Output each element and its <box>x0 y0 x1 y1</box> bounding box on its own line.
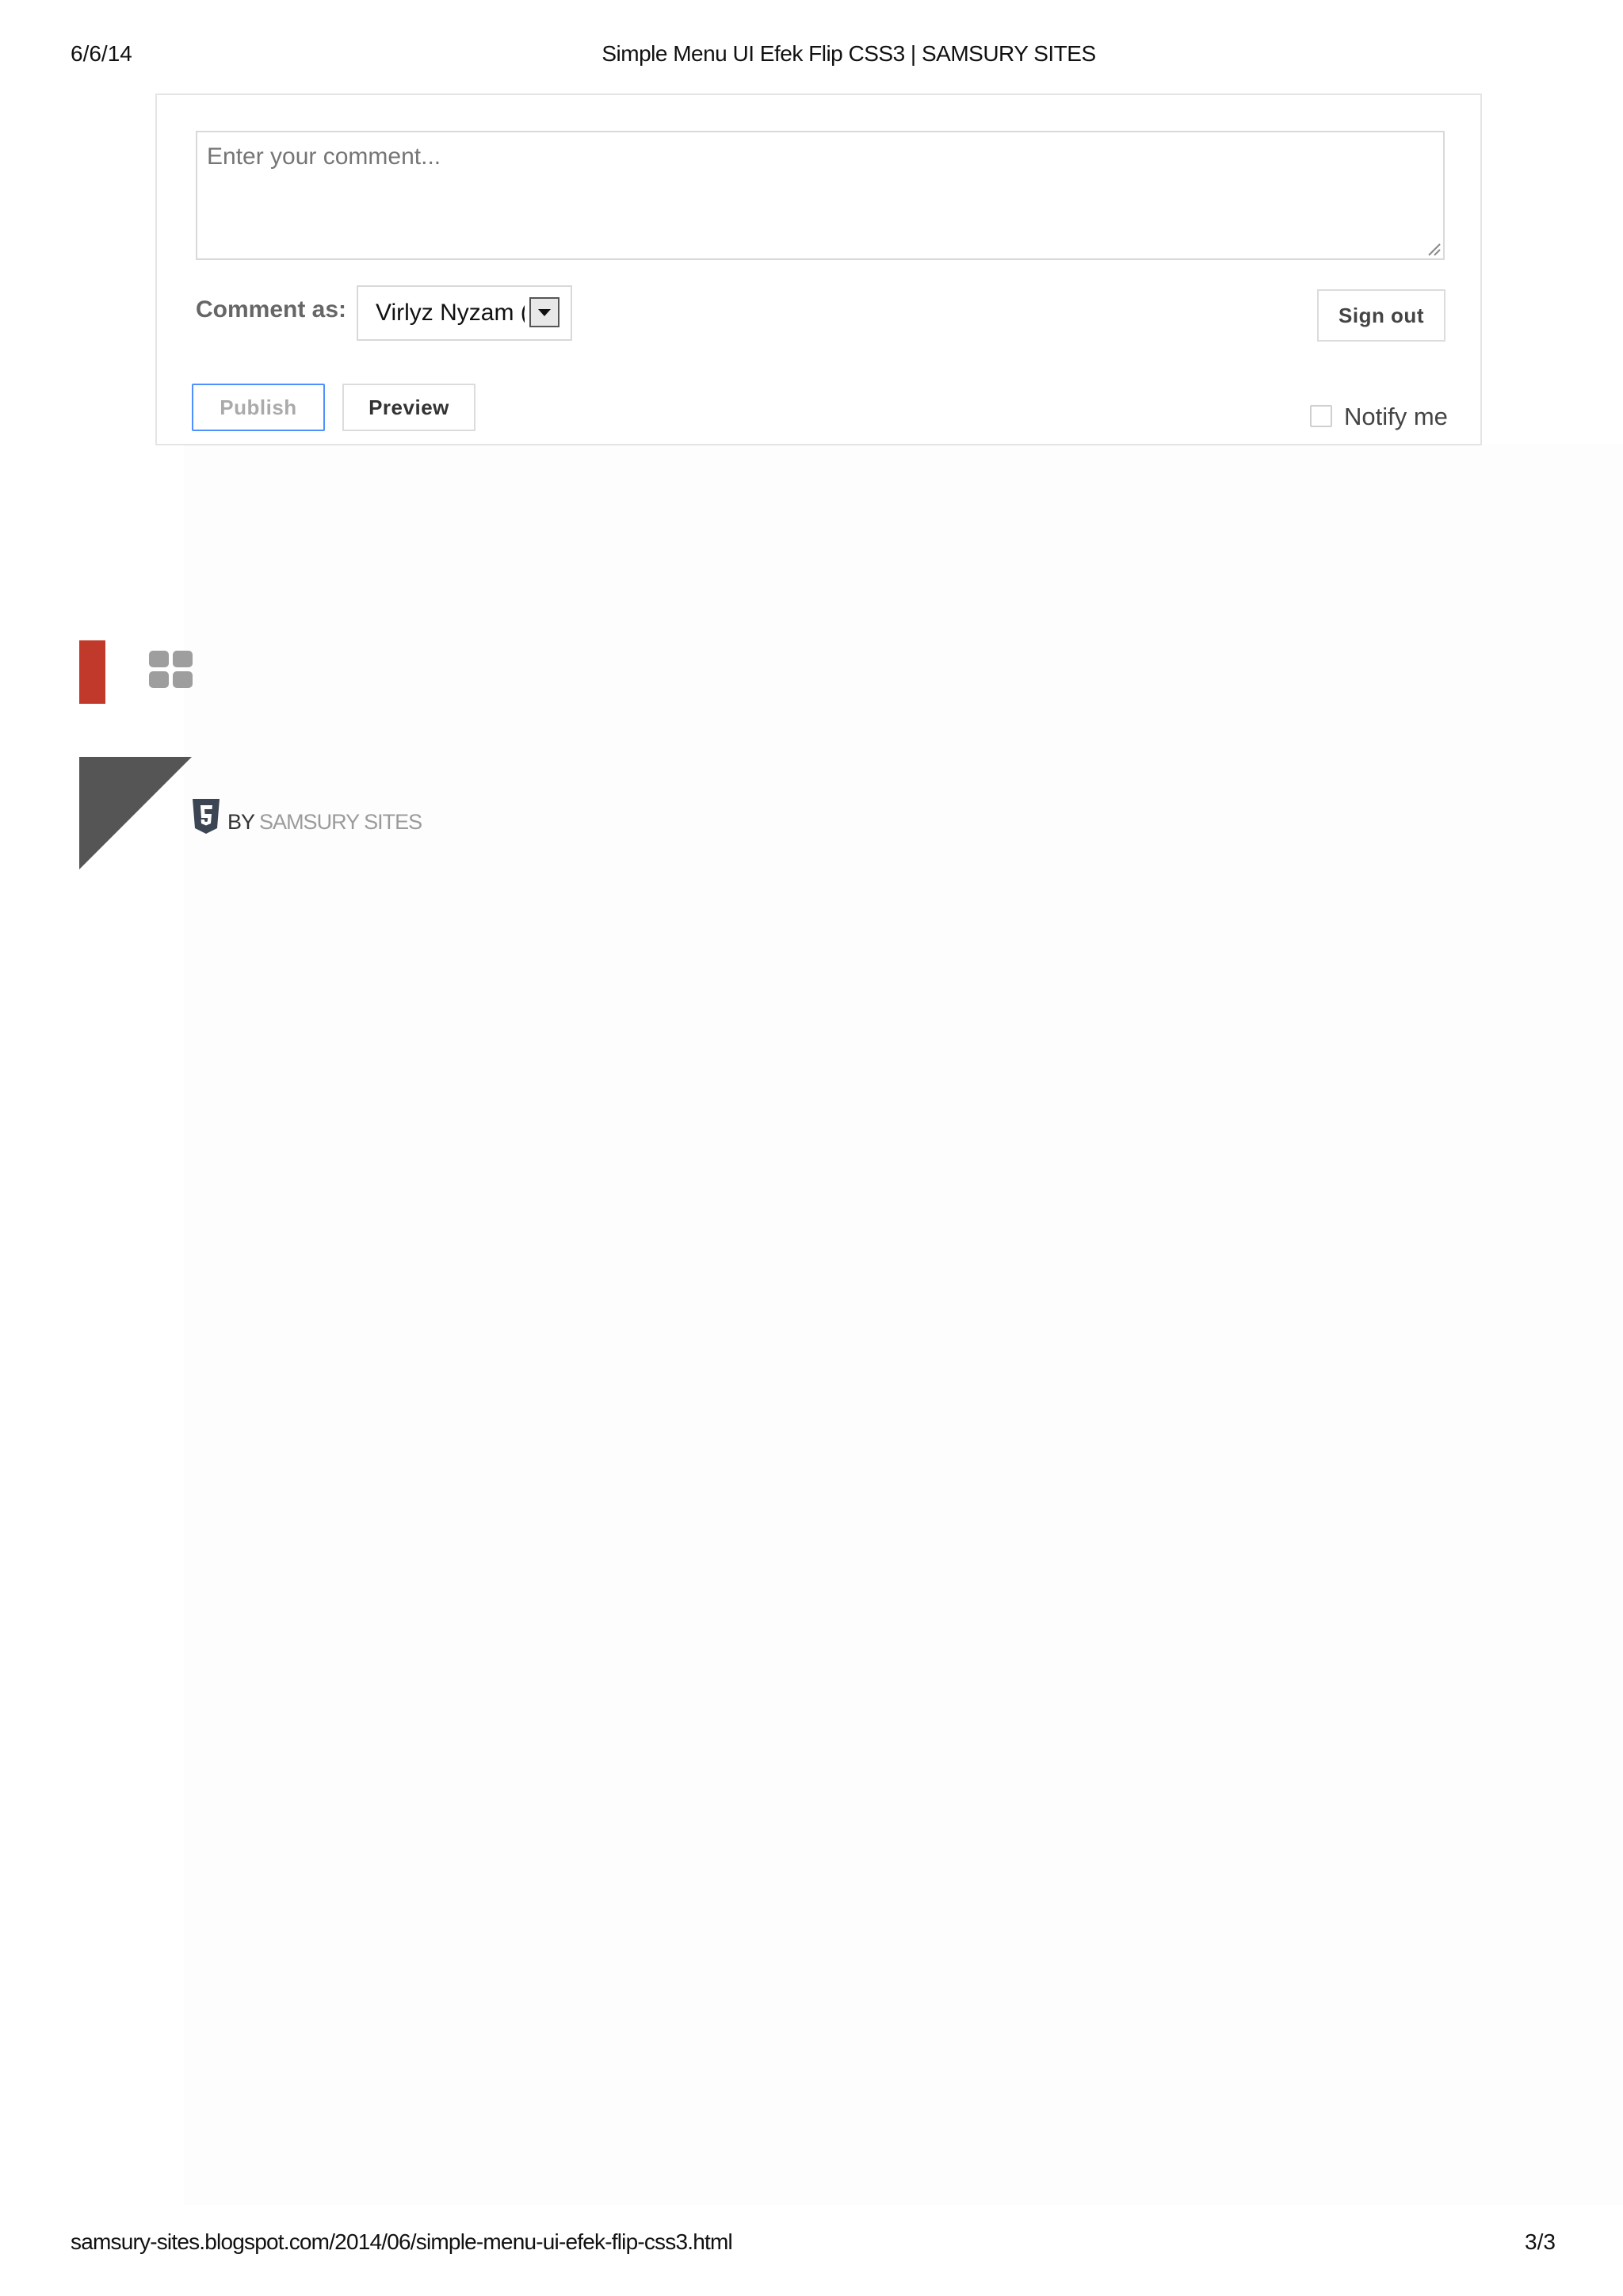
accent-bar <box>79 640 105 704</box>
print-page-title: Simple Menu UI Efek Flip CSS3 | SAMSURY … <box>601 41 1096 66</box>
comment-textarea[interactable] <box>196 131 1445 260</box>
page-background <box>184 444 1623 2205</box>
publish-button[interactable]: Publish <box>192 384 325 431</box>
print-page-number: 3/3 <box>1525 2229 1556 2254</box>
credit-by-label: BY <box>227 810 255 834</box>
identity-select-value: Virlyz Nyzam (Google) <box>376 300 525 326</box>
chevron-down-icon[interactable] <box>529 297 559 327</box>
corner-triangle <box>79 757 192 869</box>
sign-out-button[interactable]: Sign out <box>1317 289 1445 342</box>
print-url: samsury-sites.blogspot.com/2014/06/simpl… <box>71 2229 733 2254</box>
notify-label: Notify me <box>1344 403 1448 430</box>
grid-view-icon[interactable] <box>149 651 193 689</box>
html5-shield-icon <box>193 799 220 834</box>
resize-grip-icon[interactable] <box>1426 242 1441 256</box>
preview-button[interactable]: Preview <box>342 384 475 431</box>
notify-checkbox[interactable] <box>1310 405 1332 427</box>
comment-as-label: Comment as: <box>196 296 347 323</box>
credit-site-link[interactable]: SAMSURY SITES <box>259 810 422 834</box>
credit-line: BY SAMSURY SITES <box>227 810 422 835</box>
